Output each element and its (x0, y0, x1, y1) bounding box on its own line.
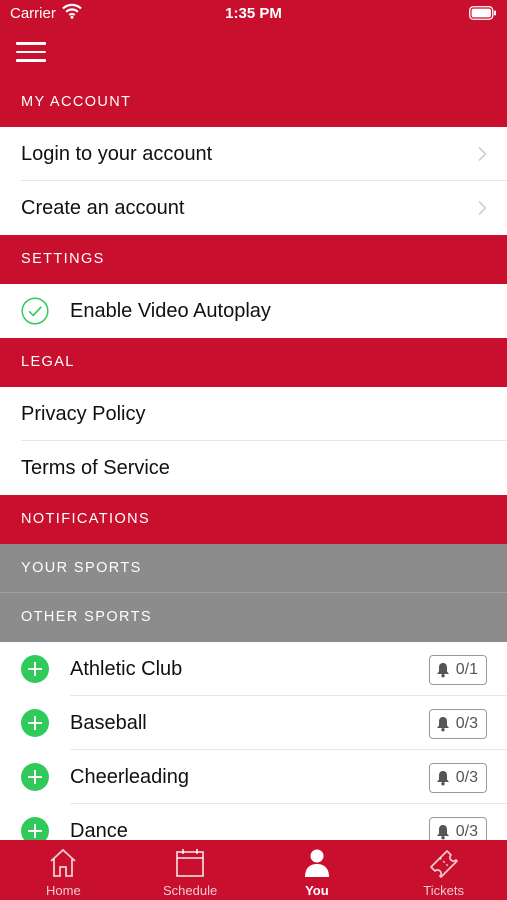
add-icon[interactable] (21, 709, 49, 737)
section-header-my-account: MY ACCOUNT (0, 78, 507, 127)
sport-row-baseball[interactable]: Baseball 0/3 (0, 696, 507, 750)
notification-count-badge[interactable]: 0/1 (428, 655, 487, 685)
login-row[interactable]: Login to your account (0, 127, 507, 181)
video-autoplay-row[interactable]: Enable Video Autoplay (0, 284, 507, 338)
sport-name: Dance (70, 820, 128, 840)
chevron-right-icon (478, 200, 487, 216)
add-icon[interactable] (21, 763, 49, 791)
subsection-header-your-sports: YOUR SPORTS (0, 544, 507, 593)
ticket-icon (429, 850, 458, 878)
bell-icon (436, 825, 449, 840)
tab-you[interactable]: You (254, 840, 381, 900)
notification-count-badge[interactable]: 0/3 (428, 709, 487, 739)
menu-icon[interactable] (16, 42, 46, 62)
create-account-row[interactable]: Create an account (0, 181, 507, 235)
sport-name: Baseball (70, 712, 147, 734)
notification-count: 0/3 (455, 823, 478, 840)
sport-row-cheerleading[interactable]: Cheerleading 0/3 (0, 750, 507, 804)
sport-row-athletic-club[interactable]: Athletic Club 0/1 (0, 642, 507, 696)
privacy-policy-label: Privacy Policy (21, 403, 146, 425)
nav-bar (0, 28, 507, 78)
add-icon[interactable] (21, 655, 49, 683)
settings-list[interactable]: MY ACCOUNT Login to your account Create … (0, 78, 507, 840)
subsection-header-other-sports: OTHER SPORTS (0, 593, 507, 642)
bell-icon (436, 663, 449, 678)
login-label: Login to your account (21, 143, 213, 165)
privacy-policy-row[interactable]: Privacy Policy (0, 387, 507, 441)
section-header-notifications: NOTIFICATIONS (0, 495, 507, 544)
tab-home[interactable]: Home (0, 840, 127, 900)
notification-count: 0/1 (455, 661, 478, 678)
terms-of-service-row[interactable]: Terms of Service (0, 441, 507, 495)
status-bar: Carrier 1:35 PM (0, 0, 507, 28)
tab-label: Tickets (423, 883, 464, 898)
sport-row-dance[interactable]: Dance 0/3 (0, 804, 507, 840)
sport-name: Athletic Club (70, 658, 183, 680)
sport-name: Cheerleading (70, 766, 189, 788)
notification-count: 0/3 (455, 769, 478, 786)
calendar-icon (176, 849, 205, 877)
battery-icon (469, 6, 497, 25)
tab-label: Schedule (163, 883, 218, 898)
add-icon[interactable] (21, 817, 49, 840)
section-header-settings: SETTINGS (0, 235, 507, 284)
terms-of-service-label: Terms of Service (21, 457, 170, 479)
notification-count-badge[interactable]: 0/3 (428, 817, 487, 840)
notification-count-badge[interactable]: 0/3 (428, 763, 487, 793)
notification-count: 0/3 (455, 715, 478, 732)
tab-label: Home (46, 883, 81, 898)
video-autoplay-label: Enable Video Autoplay (70, 300, 271, 322)
bell-icon (436, 771, 449, 786)
home-icon (50, 848, 76, 877)
tab-label: You (305, 883, 329, 898)
tab-schedule[interactable]: Schedule (127, 840, 254, 900)
clock: 1:35 PM (225, 5, 282, 22)
create-account-label: Create an account (21, 197, 185, 219)
checkmark-circle-icon[interactable] (21, 297, 49, 325)
tab-bar: Home Schedule You Tickets (0, 840, 507, 900)
person-icon (304, 849, 329, 877)
tab-tickets[interactable]: Tickets (380, 840, 507, 900)
chevron-right-icon (478, 146, 487, 162)
section-header-legal: LEGAL (0, 338, 507, 387)
bell-icon (436, 717, 449, 732)
